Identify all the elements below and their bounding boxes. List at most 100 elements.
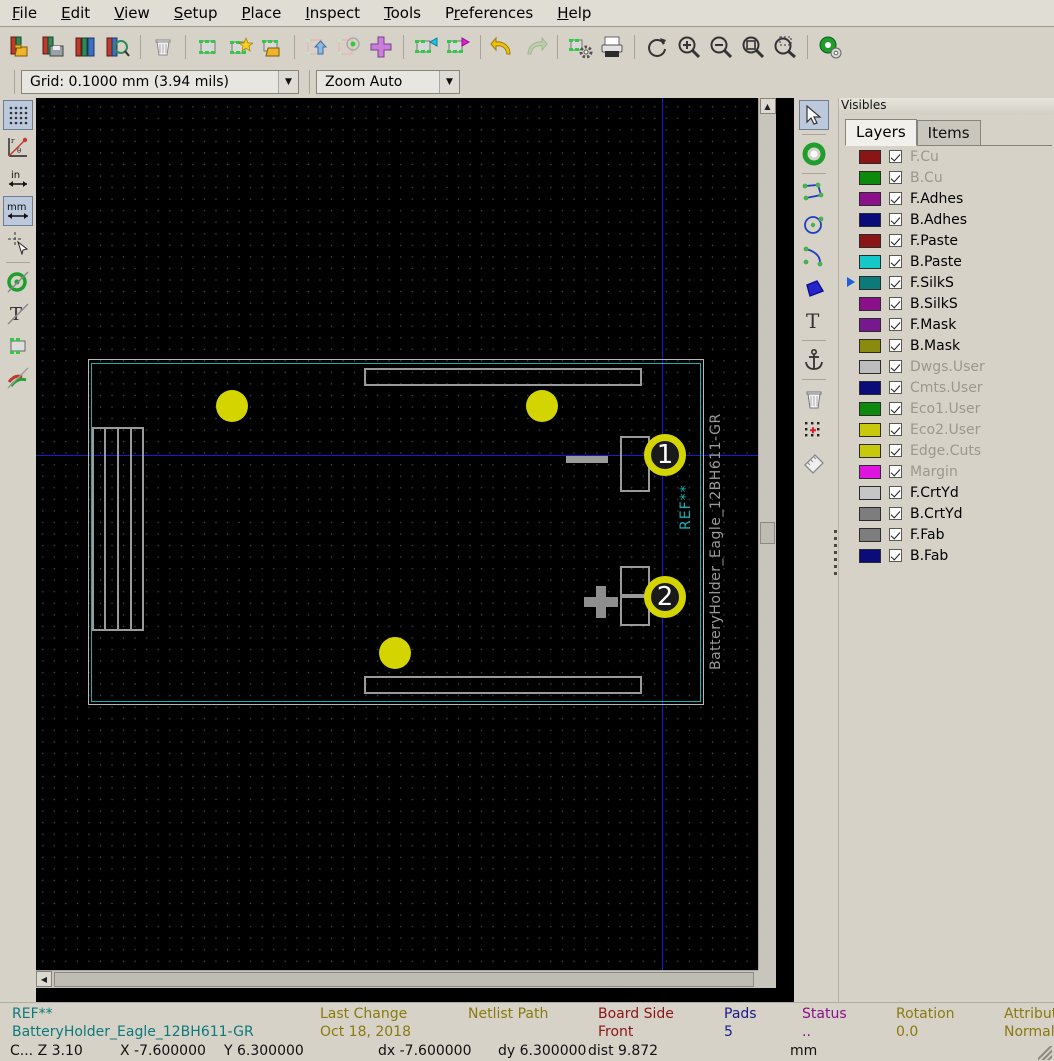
layer-color-swatch[interactable] [859, 170, 881, 185]
layer-visibility-checkbox[interactable] [889, 423, 902, 436]
delete-footprint-icon[interactable] [148, 31, 178, 63]
layer-visibility-checkbox[interactable] [889, 276, 902, 289]
layer-color-swatch[interactable] [859, 485, 881, 500]
layer-visibility-checkbox[interactable] [889, 318, 902, 331]
scroll-left-icon[interactable]: ◀ [36, 971, 52, 987]
undo-icon[interactable] [488, 31, 518, 63]
menu-file[interactable]: File [0, 1, 49, 26]
layer-row-cmts-user[interactable]: Cmts.User [845, 377, 1052, 398]
layer-visibility-checkbox[interactable] [889, 486, 902, 499]
zoom-fit-icon[interactable] [738, 31, 768, 63]
chevron-down-icon[interactable]: ▼ [439, 71, 459, 93]
pad-2[interactable]: 2 [644, 576, 686, 618]
pcb-canvas-area[interactable]: 1 2 REF** BatteryHolder_Eagle_12BH611-GR… [36, 98, 794, 1006]
toggle-grid-icon[interactable] [3, 100, 33, 130]
layer-visibility-checkbox[interactable] [889, 444, 902, 457]
layer-color-swatch[interactable] [859, 401, 881, 416]
cursor-shape-icon[interactable] [3, 228, 33, 258]
canvas-vertical-scrollbar[interactable]: ▲ [758, 98, 776, 988]
zoom-in-icon[interactable] [674, 31, 704, 63]
layer-row-f-fab[interactable]: F.Fab [845, 524, 1052, 545]
menu-preferences[interactable]: Preferences [433, 1, 545, 26]
show-text-sketch-icon[interactable]: T [3, 299, 33, 329]
zoom-area-icon[interactable] [770, 31, 800, 63]
draw-circle-icon[interactable] [799, 210, 829, 240]
menu-help[interactable]: Help [545, 1, 603, 26]
layer-color-swatch[interactable] [859, 254, 881, 269]
new-footprint-icon[interactable] [193, 31, 223, 63]
save-library-icon[interactable] [39, 31, 69, 63]
layer-visibility-checkbox[interactable] [889, 360, 902, 373]
layer-row-dwgs-user[interactable]: Dwgs.User [845, 356, 1052, 377]
layer-row-b-fab[interactable]: B.Fab [845, 545, 1052, 566]
footprint-properties-icon[interactable] [565, 31, 595, 63]
pad-4[interactable] [526, 390, 558, 422]
layer-color-swatch[interactable] [859, 338, 881, 353]
delete-item-icon[interactable] [799, 384, 829, 414]
menu-edit[interactable]: Edit [49, 1, 102, 26]
footprint-to-board-icon[interactable] [443, 31, 473, 63]
layer-row-b-adhes[interactable]: B.Adhes [845, 209, 1052, 230]
layer-visibility-checkbox[interactable] [889, 381, 902, 394]
menu-inspect[interactable]: Inspect [293, 1, 372, 26]
layer-visibility-checkbox[interactable] [889, 150, 902, 163]
open-library-icon[interactable] [7, 31, 37, 63]
menu-setup[interactable]: Setup [162, 1, 230, 26]
layer-row-f-silks[interactable]: F.SilkS [845, 272, 1052, 293]
footprint-from-board-icon[interactable] [411, 31, 441, 63]
layer-color-swatch[interactable] [859, 275, 881, 290]
layer-visibility-checkbox[interactable] [889, 192, 902, 205]
layer-row-eco2-user[interactable]: Eco2.User [845, 419, 1052, 440]
layer-row-b-crtyd[interactable]: B.CrtYd [845, 503, 1052, 524]
layer-row-f-crtyd[interactable]: F.CrtYd [845, 482, 1052, 503]
layer-row-f-paste[interactable]: F.Paste [845, 230, 1052, 251]
export-footprint-icon[interactable] [334, 31, 364, 63]
layer-color-swatch[interactable] [859, 359, 881, 374]
menu-view[interactable]: View [102, 1, 162, 26]
layer-row-b-cu[interactable]: B.Cu [845, 167, 1052, 188]
select-tool-icon[interactable] [799, 100, 829, 130]
reference-designator-text[interactable]: REF** [678, 484, 694, 530]
layer-color-swatch[interactable] [859, 380, 881, 395]
new-footprint-wizard-icon[interactable] [225, 31, 255, 63]
layer-row-eco1-user[interactable]: Eco1.User [845, 398, 1052, 419]
units-inches-icon[interactable]: in [3, 164, 33, 194]
layer-color-swatch[interactable] [859, 464, 881, 479]
load-footprint-icon[interactable] [257, 31, 287, 63]
show-pads-sketch-icon[interactable] [3, 267, 33, 297]
menu-tools[interactable]: Tools [372, 1, 433, 26]
menu-place[interactable]: Place [229, 1, 293, 26]
tab-items[interactable]: Items [916, 120, 981, 146]
set-anchor-icon[interactable] [799, 345, 829, 375]
layer-row-b-paste[interactable]: B.Paste [845, 251, 1052, 272]
redo-icon[interactable] [520, 31, 550, 63]
layer-color-swatch[interactable] [859, 317, 881, 332]
footprint-value-text[interactable]: BatteryHolder_Eagle_12BH611-GR [708, 413, 724, 670]
layer-color-swatch[interactable] [859, 212, 881, 227]
layer-row-edge-cuts[interactable]: Edge.Cuts [845, 440, 1052, 461]
scroll-up-icon[interactable]: ▲ [759, 98, 776, 114]
layer-visibility-checkbox[interactable] [889, 339, 902, 352]
layer-visibility-checkbox[interactable] [889, 402, 902, 415]
layer-row-f-adhes[interactable]: F.Adhes [845, 188, 1052, 209]
draw-polygon-icon[interactable] [799, 274, 829, 304]
print-icon[interactable] [597, 31, 627, 63]
draw-line-icon[interactable] [799, 178, 829, 208]
layer-visibility-checkbox[interactable] [889, 465, 902, 478]
layer-visibility-checkbox[interactable] [889, 234, 902, 247]
layer-color-swatch[interactable] [859, 506, 881, 521]
window-resize-grip[interactable] [1038, 1046, 1052, 1060]
layer-visibility-checkbox[interactable] [889, 255, 902, 268]
draw-arc-icon[interactable] [799, 242, 829, 272]
layer-visibility-checkbox[interactable] [889, 507, 902, 520]
show-graphics-sketch-icon[interactable] [3, 331, 33, 361]
footprint-canvas[interactable]: 1 2 REF** BatteryHolder_Eagle_12BH611-GR… [36, 98, 776, 988]
add-footprint-icon[interactable] [366, 31, 396, 63]
tab-layers[interactable]: Layers [845, 119, 917, 146]
layer-row-f-cu[interactable]: F.Cu [845, 146, 1052, 167]
canvas-horizontal-scrollbar[interactable]: ◀ [36, 970, 776, 988]
layer-color-swatch[interactable] [859, 527, 881, 542]
set-grid-origin-icon[interactable] [799, 416, 829, 446]
layer-visibility-checkbox[interactable] [889, 549, 902, 562]
add-pad-icon[interactable] [799, 139, 829, 169]
